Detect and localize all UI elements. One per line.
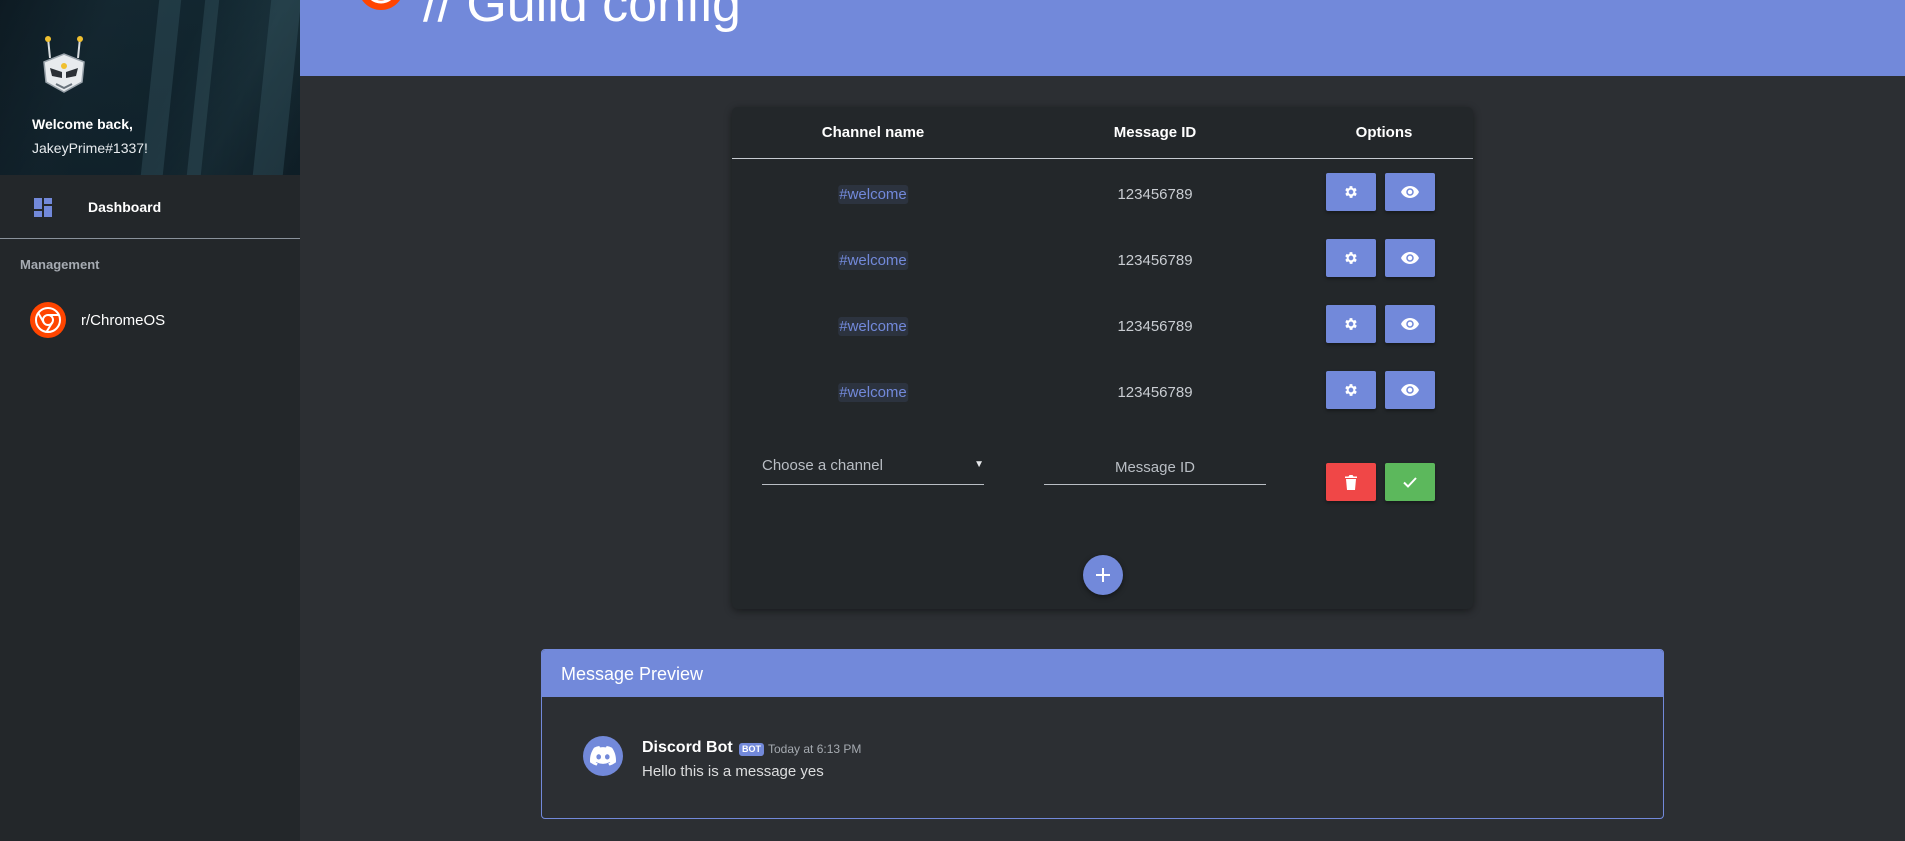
column-header-options: Options xyxy=(1355,124,1413,141)
preview-header: Message Preview xyxy=(542,650,1663,697)
message-id-cell: 123456789 xyxy=(1117,252,1193,269)
eye-icon xyxy=(1401,186,1419,198)
channel-mention[interactable]: #welcome xyxy=(838,317,908,336)
channel-mention[interactable]: #welcome xyxy=(838,185,908,204)
welcome-username: JakeyPrime#1337! xyxy=(32,140,148,156)
sidebar-item-label: Dashboard xyxy=(88,199,162,215)
trash-icon xyxy=(1345,474,1357,490)
chrome-icon xyxy=(30,302,66,338)
eye-icon xyxy=(1401,252,1419,264)
message-timestamp: Today at 6:13 PM xyxy=(768,742,862,756)
preview-message-button[interactable] xyxy=(1385,305,1435,343)
dashboard-icon xyxy=(34,198,52,217)
channel-mention[interactable]: #welcome xyxy=(838,251,908,270)
table-row: #welcome 123456789 xyxy=(732,159,1473,225)
gear-icon xyxy=(1345,186,1357,198)
preview-message-button[interactable] xyxy=(1385,173,1435,211)
page-title: // Guild config xyxy=(423,0,741,33)
confirm-entry-button[interactable] xyxy=(1385,463,1435,501)
eye-icon xyxy=(1401,384,1419,396)
message-preview-card: Message Preview Discord Bot BOT Today at… xyxy=(541,649,1664,819)
channel-select[interactable]: Choose a channel ▼ xyxy=(762,445,984,485)
table-row: #welcome 123456789 xyxy=(732,291,1473,357)
message-author: Discord Bot xyxy=(642,739,733,756)
chrome-icon xyxy=(362,0,400,10)
edit-settings-button[interactable] xyxy=(1326,305,1376,343)
bot-avatar-icon xyxy=(43,36,85,93)
message-id-cell: 123456789 xyxy=(1117,384,1193,401)
discord-logo-icon xyxy=(590,746,616,766)
sidebar-item-dashboard[interactable]: Dashboard xyxy=(0,175,300,239)
eye-icon xyxy=(1401,318,1419,330)
message-id-cell: 123456789 xyxy=(1117,318,1193,335)
message-id-input[interactable] xyxy=(1044,445,1266,485)
avatar xyxy=(583,736,623,776)
edit-settings-button[interactable] xyxy=(1326,239,1376,277)
sidebar: Welcome back, JakeyPrime#1337! Dashboard… xyxy=(0,0,300,841)
table-header: Channel name Message ID Options xyxy=(732,107,1473,159)
check-icon xyxy=(1403,476,1417,488)
edit-settings-button[interactable] xyxy=(1326,173,1376,211)
message-content: Hello this is a message yes xyxy=(642,763,824,780)
section-heading: Management xyxy=(20,257,100,272)
table-row: #welcome 123456789 xyxy=(732,357,1473,423)
sidebar-item-guild[interactable]: r/ChromeOS xyxy=(0,298,300,342)
caret-down-icon: ▼ xyxy=(974,459,984,470)
page-header: // Guild config xyxy=(300,0,1905,76)
channel-select-value: Choose a channel xyxy=(762,457,883,474)
preview-message-button[interactable] xyxy=(1385,371,1435,409)
message-config-table: Channel name Message ID Options #welcome… xyxy=(732,107,1473,609)
column-header-channel: Channel name xyxy=(821,124,925,141)
delete-entry-button[interactable] xyxy=(1326,463,1376,501)
table-row: #welcome 123456789 xyxy=(732,225,1473,291)
guild-name: r/ChromeOS xyxy=(81,312,166,329)
edit-settings-button[interactable] xyxy=(1326,371,1376,409)
welcome-greeting: Welcome back, xyxy=(32,116,133,132)
bot-badge: BOT xyxy=(739,743,764,756)
gear-icon xyxy=(1345,252,1357,264)
gear-icon xyxy=(1345,318,1357,330)
add-row-button[interactable] xyxy=(1083,555,1123,595)
sidebar-hero-banner: Welcome back, JakeyPrime#1337! xyxy=(0,0,300,175)
message-id-cell: 123456789 xyxy=(1117,186,1193,203)
plus-icon xyxy=(1096,568,1110,582)
preview-message-button[interactable] xyxy=(1385,239,1435,277)
channel-mention[interactable]: #welcome xyxy=(838,383,908,402)
preview-title: Message Preview xyxy=(561,664,704,684)
gear-icon xyxy=(1345,384,1357,396)
column-header-message-id: Message ID xyxy=(1113,124,1197,141)
